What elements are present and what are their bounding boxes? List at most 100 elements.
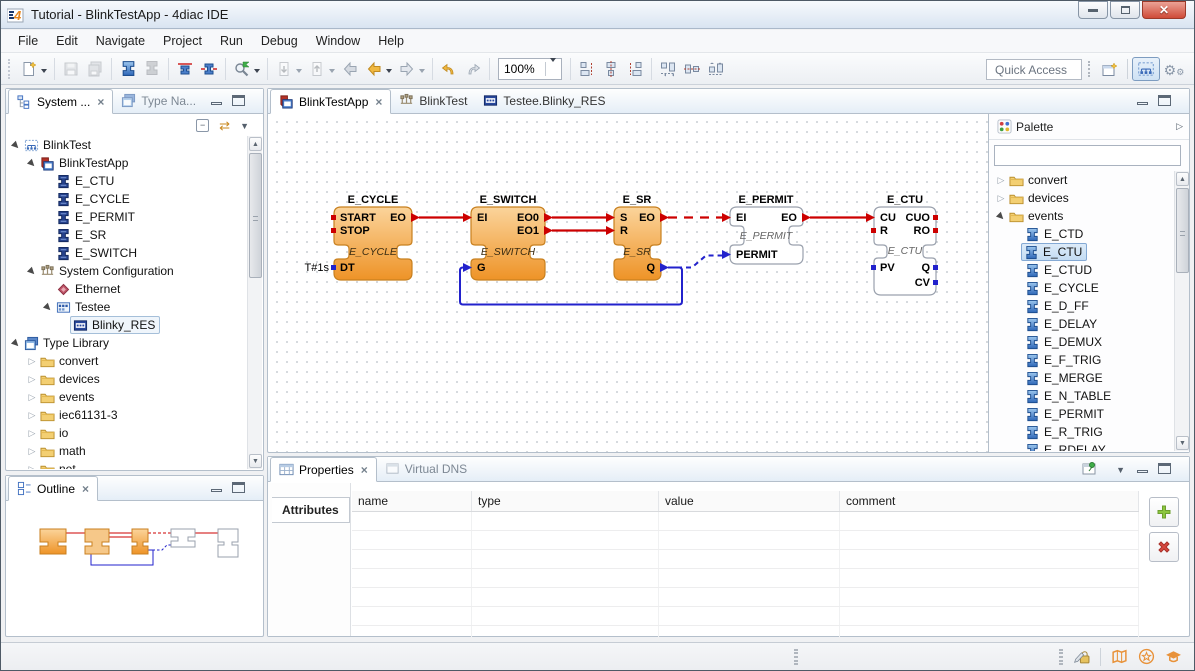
add-attribute-button[interactable] bbox=[1149, 497, 1179, 527]
save-all-button[interactable] bbox=[83, 57, 107, 81]
forward-dropdown[interactable] bbox=[419, 69, 425, 76]
delete-attribute-button[interactable] bbox=[1149, 532, 1179, 562]
maximize-view-icon[interactable] bbox=[232, 95, 245, 106]
minimize-view-icon[interactable] bbox=[210, 482, 223, 493]
minimize-view-icon[interactable] bbox=[210, 95, 223, 106]
quick-access-field[interactable]: Quick Access bbox=[986, 59, 1082, 80]
palette-item[interactable]: E_DELAY bbox=[991, 315, 1173, 333]
new-wizard-dropdown[interactable] bbox=[41, 69, 47, 76]
back-gray-button[interactable] bbox=[338, 57, 362, 81]
zoom-select[interactable]: 100% bbox=[498, 58, 562, 80]
minimize-button[interactable] bbox=[1078, 1, 1108, 19]
tree-item[interactable]: ▷devices bbox=[8, 370, 247, 388]
redo-button[interactable] bbox=[461, 57, 485, 81]
table-row[interactable] bbox=[352, 550, 1139, 569]
scroll-down-icon[interactable]: ▼ bbox=[249, 454, 262, 468]
palette-item-selected[interactable]: E_CTU bbox=[991, 243, 1173, 261]
tab-close-icon[interactable]: × bbox=[361, 463, 368, 477]
align-left-button[interactable] bbox=[575, 57, 599, 81]
back-dropdown[interactable] bbox=[386, 69, 392, 76]
col-name[interactable]: name bbox=[352, 491, 472, 511]
search-button[interactable] bbox=[230, 57, 254, 81]
restore-button[interactable] bbox=[1110, 1, 1140, 19]
palette-item[interactable]: E_CTUD bbox=[991, 261, 1173, 279]
palette-pin-arrow-icon[interactable]: ▷ bbox=[1176, 121, 1183, 132]
palette-item[interactable]: E_CYCLE bbox=[991, 279, 1173, 297]
tree-item[interactable]: ▷io bbox=[8, 424, 247, 442]
palette-item[interactable]: E_PERMIT bbox=[991, 405, 1173, 423]
statusbar-handle[interactable] bbox=[1059, 649, 1063, 665]
tree-item[interactable]: ▷math bbox=[8, 442, 247, 460]
go-into-button[interactable] bbox=[305, 57, 329, 81]
fbnetwork-canvas[interactable]: E_CYCLE E_CYCLE START STOP EO DT T#1s E_… bbox=[269, 114, 988, 452]
tree-item[interactable]: Ethernet bbox=[8, 280, 247, 298]
view-menu-icon[interactable]: ▼ bbox=[240, 121, 249, 131]
tree-scrollbar[interactable]: ▲ ▼ bbox=[247, 136, 262, 469]
col-type[interactable]: type bbox=[472, 491, 659, 511]
fb-type-button[interactable] bbox=[116, 57, 140, 81]
align-bottom-button[interactable] bbox=[704, 57, 728, 81]
learn-icon[interactable] bbox=[1165, 648, 1182, 665]
tree-item-selected[interactable]: Blinky_RES bbox=[8, 316, 247, 334]
pin-view-icon[interactable] bbox=[1081, 461, 1097, 482]
samples-icon[interactable] bbox=[1138, 648, 1155, 665]
fb-e-cycle[interactable]: E_CYCLE E_CYCLE START STOP EO DT T#1s bbox=[305, 194, 420, 280]
menu-run[interactable]: Run bbox=[211, 31, 252, 51]
close-button[interactable]: ✕ bbox=[1142, 1, 1186, 19]
palette-item[interactable]: E_CTD bbox=[991, 225, 1173, 243]
scroll-up-icon[interactable]: ▲ bbox=[249, 137, 262, 151]
palette-search-input[interactable] bbox=[994, 145, 1181, 166]
tab-system-management[interactable]: System ... × bbox=[8, 89, 113, 114]
outline-thumbnail[interactable] bbox=[34, 521, 250, 591]
menu-help[interactable]: Help bbox=[369, 31, 413, 51]
minimize-view-icon[interactable] bbox=[1136, 463, 1149, 474]
table-row[interactable] bbox=[352, 531, 1139, 550]
tree-item[interactable]: E_SWITCH bbox=[8, 244, 247, 262]
tab-close-icon[interactable]: × bbox=[82, 482, 89, 496]
scroll-thumb[interactable] bbox=[249, 153, 262, 278]
tree-item[interactable]: E_CYCLE bbox=[8, 190, 247, 208]
new-wizard-button[interactable] bbox=[17, 57, 41, 81]
interface-editor-button[interactable] bbox=[173, 57, 197, 81]
minimize-editor-icon[interactable] bbox=[1136, 95, 1149, 106]
collapse-all-icon[interactable]: − bbox=[196, 119, 209, 132]
undo-button[interactable] bbox=[437, 57, 461, 81]
palette-item[interactable]: E_MERGE bbox=[991, 369, 1173, 387]
fb-e-switch[interactable]: E_SWITCH E_SWITCH EI EO0 EO1 G bbox=[463, 194, 553, 280]
last-edit-location-button[interactable] bbox=[272, 57, 296, 81]
maximize-view-icon[interactable] bbox=[1158, 463, 1171, 474]
palette-folder[interactable]: ▶events bbox=[991, 207, 1173, 225]
scroll-up-icon[interactable]: ▲ bbox=[1176, 172, 1189, 186]
menu-project[interactable]: Project bbox=[154, 31, 211, 51]
scroll-down-icon[interactable]: ▼ bbox=[1176, 436, 1189, 450]
statusbar-handle[interactable] bbox=[794, 649, 798, 665]
fb-e-sr[interactable]: E_SR E_SR S R EO Q bbox=[606, 194, 669, 280]
col-value[interactable]: value bbox=[659, 491, 840, 511]
align-right-button[interactable] bbox=[623, 57, 647, 81]
menu-debug[interactable]: Debug bbox=[252, 31, 307, 51]
tab-properties[interactable]: Properties × bbox=[270, 457, 377, 482]
tree-item[interactable]: E_CTU bbox=[8, 172, 247, 190]
search-dropdown[interactable] bbox=[254, 69, 260, 76]
align-top-button[interactable] bbox=[656, 57, 680, 81]
tree-item[interactable]: ▶System Configuration bbox=[8, 262, 247, 280]
whats-new-icon[interactable] bbox=[1073, 648, 1090, 665]
palette-folder[interactable]: ▷convert bbox=[991, 171, 1173, 189]
tab-close-icon[interactable]: × bbox=[97, 95, 104, 109]
tutorials-icon[interactable] bbox=[1111, 648, 1128, 665]
title-bar[interactable]: 4 Tutorial - BlinkTestApp - 4diac IDE ✕ bbox=[1, 1, 1194, 29]
palette-item[interactable]: E_N_TABLE bbox=[991, 387, 1173, 405]
view-menu-icon[interactable]: ▼ bbox=[1116, 465, 1125, 475]
editor-tab-blinktestapp[interactable]: BlinkTestApp × bbox=[270, 89, 391, 114]
tree-item[interactable]: ▷events bbox=[8, 388, 247, 406]
connection-editor-button[interactable] bbox=[197, 57, 221, 81]
fb-e-ctu[interactable]: E_CTU E_CTU CU R CUO RO PV Q CV bbox=[866, 194, 938, 295]
tree-item[interactable]: ▶BlinkTestApp bbox=[8, 154, 247, 172]
link-with-editor-icon[interactable]: ⇄ bbox=[219, 118, 230, 134]
tree-item[interactable]: ▷convert bbox=[8, 352, 247, 370]
last-edit-dropdown[interactable] bbox=[296, 69, 302, 76]
system-perspective-button[interactable] bbox=[1132, 57, 1160, 81]
palette-item[interactable]: E_D_FF bbox=[991, 297, 1173, 315]
align-center-button[interactable] bbox=[599, 57, 623, 81]
table-row[interactable] bbox=[352, 607, 1139, 626]
